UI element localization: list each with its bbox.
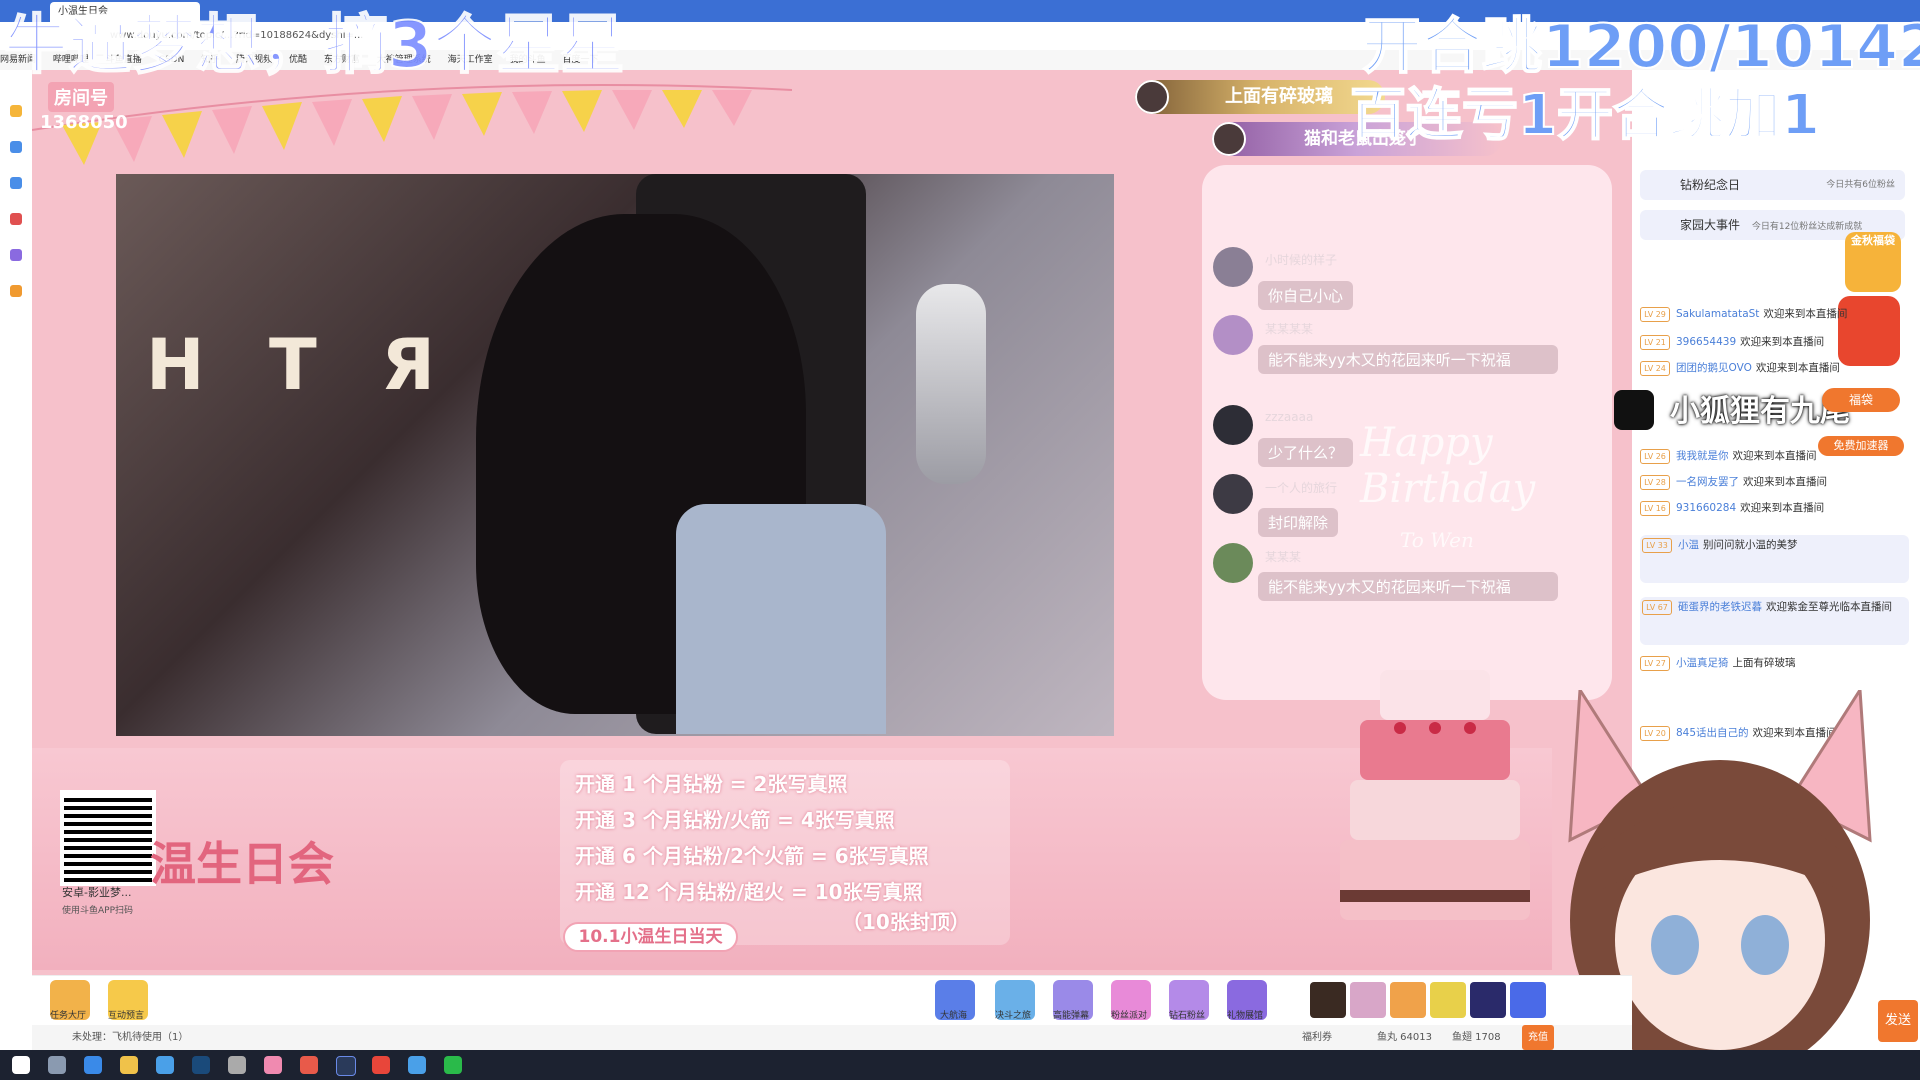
microphone: [916, 284, 986, 484]
app-icon[interactable]: [408, 1056, 426, 1074]
chat-avatar: [1213, 315, 1253, 355]
pending-items-text[interactable]: 未处理：飞机待使用（1）: [72, 1032, 188, 1043]
live-video[interactable]: H T Я: [116, 174, 1114, 736]
gift-bag-tag[interactable]: 金秋福袋: [1845, 232, 1901, 292]
chat-username: 一个人的旅行: [1265, 481, 1338, 495]
rule-line: 开通 3 个月钻粉/火箭 = 4张写真照: [575, 808, 895, 832]
notice-avatar: [1212, 122, 1246, 156]
fish-ball-count: 鱼丸 64013: [1377, 1032, 1432, 1043]
pdf-icon[interactable]: [10, 213, 22, 225]
danmu-row: LV 16 931660284 欢迎来到本直播间: [1640, 500, 1824, 516]
room-label: 房间号: [48, 82, 114, 112]
edit-icon[interactable]: [10, 249, 22, 261]
gift-item-icon[interactable]: [1390, 982, 1426, 1018]
to-wen-text: To Wen: [1400, 528, 1474, 552]
gift-item-icon[interactable]: [1350, 982, 1386, 1018]
task-hall-label: 任务大厅: [50, 1011, 87, 1021]
chat-username: 某某某: [1265, 550, 1302, 564]
speed-tag[interactable]: 免费加速器: [1818, 436, 1904, 456]
status-bar: 未处理：飞机待使用（1） 福利券 鱼丸 64013 鱼翅 1708 充值: [32, 1025, 1632, 1050]
chat-username: 小时候的样子: [1265, 253, 1338, 267]
chat-message: 你自己小心: [1258, 281, 1354, 310]
favorites-icon[interactable]: [10, 105, 22, 117]
search-icon[interactable]: [10, 285, 22, 297]
danmu-row: LV 27 小温真足猗 上面有碎玻璃: [1640, 655, 1796, 671]
chat-avatar: [1213, 405, 1253, 445]
birthday-title: 温生日会: [150, 837, 334, 891]
app-icon[interactable]: [156, 1056, 174, 1074]
chat-avatar: [1213, 247, 1253, 287]
anniversary-card[interactable]: 钻粉纪念日 今日共有6位粉丝: [1640, 170, 1905, 200]
diamond-fans-label: 钻石粉丝: [1169, 1011, 1206, 1021]
fleet-label: 大航海: [940, 1011, 968, 1021]
chat-message: 能不能来yy木又的花园来听一下祝福: [1258, 572, 1558, 601]
fan-bag-tag[interactable]: 福袋: [1822, 388, 1900, 412]
start-icon[interactable]: [12, 1056, 30, 1074]
birthday-cake: [1340, 670, 1530, 920]
penalty-overlay-text: 百连亏1开合跳加1: [1349, 82, 1821, 149]
prediction-label: 互动预言: [108, 1011, 145, 1021]
file-explorer-icon[interactable]: [120, 1056, 138, 1074]
tiktok-icon: [1614, 390, 1654, 430]
chat-username: 某某某某: [1265, 322, 1314, 336]
browser-icon[interactable]: [84, 1056, 102, 1074]
danmu-row: LV 29 SakulamatataSt 欢迎来到本直播间: [1640, 306, 1847, 322]
gift-gallery-label: 礼物展馆: [1227, 1011, 1264, 1021]
anniversary-note: 今日共有6位粉丝: [1826, 180, 1895, 190]
fish-fin-count: 鱼翅 1708: [1452, 1032, 1501, 1043]
gift-item-icon[interactable]: [1470, 982, 1506, 1018]
danmu-row: LV 26 我我就是你 欢迎来到本直播间: [1640, 448, 1817, 464]
coupon-link[interactable]: 福利券: [1302, 1025, 1332, 1050]
steam-icon[interactable]: [192, 1056, 210, 1074]
rule-line: 开通 6 个月钻粉/2个火箭 = 6张写真照: [575, 844, 929, 868]
video-wall-letters: H T Я: [146, 324, 455, 406]
danmu-row-highlight: LV 67 砸蛋界的老铁迟暮 欢迎紫金至尊光临本直播间: [1640, 597, 1909, 645]
chat-message: 封印解除: [1258, 508, 1339, 537]
room-number: 1368050: [40, 112, 128, 133]
app-icon[interactable]: [228, 1056, 246, 1074]
chat-avatar: [1213, 474, 1253, 514]
rule-line: 开通 1 个月钻粉 = 2张写真照: [575, 772, 848, 796]
qr-subcaption: 使用斗鱼APP扫码: [62, 906, 134, 916]
active-app-icon[interactable]: [336, 1056, 356, 1076]
birthday-date-pill: 10.1小温生日当天: [563, 922, 738, 952]
top-notice-banner: 上面有碎玻璃: [1135, 80, 1385, 114]
duel-label: 决斗之旅: [995, 1011, 1032, 1021]
chat-icon[interactable]: [10, 177, 22, 189]
danmu-row: LV 28 一名网友罢了 欢迎来到本直播间: [1640, 474, 1827, 490]
fan-party-label: 粉丝派对: [1111, 1011, 1148, 1021]
gift-item-icon[interactable]: [1430, 982, 1466, 1018]
chat-message: 能不能来yy木又的花园来听一下祝福: [1258, 345, 1558, 374]
family-events-note: 今日有12位粉丝达成新成就: [1751, 222, 1863, 232]
app-icon[interactable]: [300, 1056, 318, 1074]
bunting-decoration: [32, 84, 792, 165]
danmu-row: LV 24 团团的鹅见OVO 欢迎来到本直播间: [1640, 360, 1840, 376]
high-energy-label: 高能弹幕: [1053, 1011, 1090, 1021]
goal-overlay-text: 牛逼梦想，摘3个星星: [3, 8, 626, 84]
qr-caption: 安卓-影业梦...: [62, 886, 132, 899]
danmu-row-highlight: LV 33 小温 别问问就小温的美梦: [1640, 535, 1909, 583]
danmu-row: LV 21 396654439 欢迎来到本直播间: [1640, 334, 1824, 350]
chat-avatar: [1213, 543, 1253, 583]
birthday-script-text: Happy Birthday: [1360, 420, 1536, 512]
chat-message: 少了什么？: [1258, 438, 1354, 467]
recharge-button[interactable]: 充值: [1522, 1025, 1554, 1050]
windows-taskbar: [0, 1050, 1920, 1080]
task-view-icon[interactable]: [48, 1056, 66, 1074]
wechat-icon[interactable]: [444, 1056, 462, 1074]
rule-line: 开通 12 个月钻粉/超火 = 10张写真照: [575, 880, 923, 904]
notice-avatar: [1135, 80, 1169, 114]
streamer-shirt: [676, 504, 886, 734]
send-button[interactable]: 发送: [1878, 1000, 1918, 1042]
app-icon[interactable]: [372, 1056, 390, 1074]
gift-item-icon[interactable]: [1310, 982, 1346, 1018]
chat-username: zzzaaaa: [1265, 410, 1314, 424]
family-events-label: 家园大事件: [1680, 218, 1741, 232]
rule-cap-note: （10张封顶）: [842, 910, 970, 934]
qr-code[interactable]: [60, 790, 156, 886]
gift-item-icon[interactable]: [1510, 982, 1546, 1018]
anniversary-label: 钻粉纪念日: [1680, 178, 1741, 192]
app-icon[interactable]: [264, 1056, 282, 1074]
history-icon[interactable]: [10, 141, 22, 153]
